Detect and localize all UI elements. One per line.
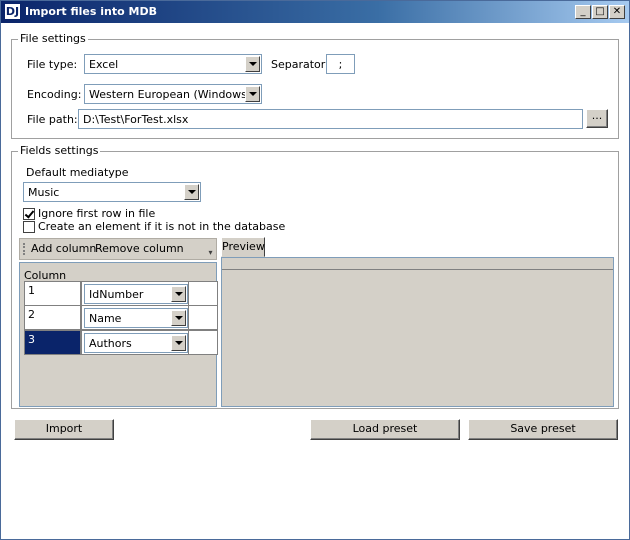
empty-cell <box>189 281 218 306</box>
create-element-label: Create an element if it is not in the da… <box>38 220 286 233</box>
maximize-button[interactable]: □ <box>592 5 608 19</box>
separator-input[interactable] <box>326 54 355 74</box>
field-value: Name <box>89 312 122 325</box>
file-settings-legend: File settings <box>18 32 88 45</box>
ignore-first-row-checkbox[interactable]: Ignore first row in file <box>23 207 155 220</box>
create-element-checkbox[interactable]: Create an element if it is not in the da… <box>23 220 285 233</box>
file-type-value: Excel <box>89 58 119 71</box>
preview-header <box>222 258 613 270</box>
column-grid: Column 1 IdNumber 2 Name 3 Authors <box>19 262 218 407</box>
close-button[interactable]: ✕ <box>609 5 625 19</box>
field-select[interactable]: Authors <box>84 333 188 353</box>
field-cell: Authors <box>81 330 189 355</box>
default-mediatype-select[interactable]: Music <box>23 182 201 202</box>
table-row[interactable]: 1 IdNumber <box>24 281 218 306</box>
fields-settings-group: Fields settings Default mediatype Music … <box>11 144 619 409</box>
chevron-down-icon[interactable] <box>171 310 186 326</box>
encoding-select[interactable]: Western European (Windows) <box>84 84 262 104</box>
window-title: Import files into MDB <box>25 5 157 18</box>
preview-panel <box>221 257 614 407</box>
empty-cell <box>189 305 218 330</box>
chevron-down-icon[interactable] <box>245 56 260 72</box>
table-row[interactable]: 3 Authors <box>24 330 218 355</box>
row-number[interactable]: 2 <box>24 305 81 330</box>
empty-cell <box>189 330 218 355</box>
field-value: Authors <box>89 337 132 350</box>
encoding-value: Western European (Windows) <box>89 88 252 101</box>
chevron-down-icon[interactable] <box>184 184 199 200</box>
separator-label: Separator <box>271 58 326 71</box>
row-number[interactable]: 1 <box>24 281 81 306</box>
toolbar-overflow-icon[interactable]: ▾ <box>206 249 215 258</box>
ignore-first-row-label: Ignore first row in file <box>38 207 156 220</box>
chevron-down-icon[interactable] <box>171 335 186 351</box>
minimize-button[interactable]: _ <box>575 5 591 19</box>
file-path-input[interactable] <box>78 109 583 129</box>
row-number[interactable]: 3 <box>24 330 81 355</box>
default-mediatype-value: Music <box>28 186 60 199</box>
file-path-field[interactable] <box>79 110 582 128</box>
field-cell: Name <box>81 305 189 330</box>
separator-field[interactable] <box>327 55 354 73</box>
file-settings-group: File settings File type: Excel Separator… <box>11 32 619 139</box>
import-window: DJ Import files into MDB _ □ ✕ File sett… <box>0 0 630 540</box>
column-toolbar: Add column Remove column ▾ <box>19 238 217 260</box>
chevron-down-icon[interactable] <box>171 286 186 302</box>
table-row[interactable]: 2 Name <box>24 305 218 330</box>
tab-preview[interactable]: Preview <box>221 237 265 257</box>
field-select[interactable]: Name <box>84 308 188 328</box>
remove-column-button[interactable]: Remove column <box>95 242 184 255</box>
ignore-first-row-box[interactable] <box>23 207 35 220</box>
load-preset-button[interactable]: Load preset <box>310 419 460 440</box>
app-icon: DJ <box>4 3 21 20</box>
fields-settings-legend: Fields settings <box>18 144 101 157</box>
toolbar-grip[interactable] <box>23 243 25 255</box>
chevron-down-icon[interactable] <box>245 86 260 102</box>
field-value: IdNumber <box>89 288 144 301</box>
encoding-label: Encoding: <box>27 88 82 101</box>
import-button[interactable]: Import <box>14 419 114 440</box>
default-mediatype-label: Default mediatype <box>26 166 129 179</box>
save-preset-button[interactable]: Save preset <box>468 419 618 440</box>
file-type-label: File type: <box>27 58 78 71</box>
field-cell: IdNumber <box>81 281 189 306</box>
file-path-label: File path: <box>27 113 78 126</box>
file-type-select[interactable]: Excel <box>84 54 262 74</box>
title-bar[interactable]: DJ Import files into MDB _ □ ✕ <box>1 1 629 23</box>
create-element-box[interactable] <box>23 220 35 233</box>
field-select[interactable]: IdNumber <box>84 284 188 304</box>
browse-button[interactable]: ... <box>586 109 608 128</box>
add-column-button[interactable]: Add column <box>31 242 96 255</box>
